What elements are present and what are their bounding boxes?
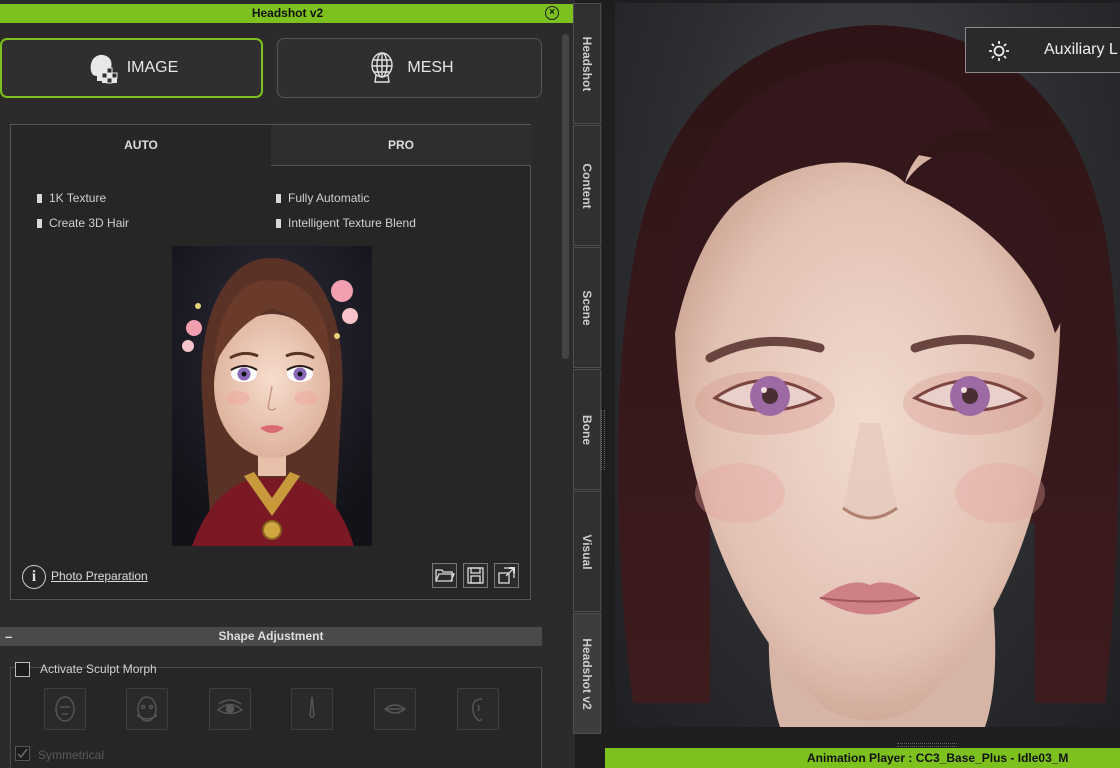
feature-item: 1K Texture (37, 191, 106, 205)
side-tab-headshot[interactable]: Headshot (573, 3, 601, 124)
expand-photo-button[interactable] (494, 563, 519, 588)
symmetrical-label: Symmetrical (38, 748, 105, 762)
tab-auto[interactable]: AUTO (11, 125, 272, 166)
animation-player-label: Animation Player : CC3_Base_Plus - Idle0… (807, 751, 1069, 765)
checkmark-icon (17, 748, 28, 759)
feature-item: Intelligent Texture Blend (276, 216, 416, 230)
portrait-illustration (172, 246, 372, 546)
image-mode-button[interactable]: IMAGE (0, 38, 263, 98)
face-morph-button[interactable] (126, 688, 168, 730)
face-morph-icon (136, 696, 158, 722)
auxiliary-light-button[interactable]: Auxiliary L (965, 27, 1120, 73)
side-tab-visual[interactable]: Visual (573, 491, 601, 612)
feature-item: Create 3D Hair (37, 216, 129, 230)
headshot-panel: Headshot v2 × IMAGE MESH AUTO PRO 1K Tex… (0, 0, 575, 768)
side-tab-headshot-v2[interactable]: Headshot v2 (573, 613, 601, 734)
close-icon[interactable]: × (545, 6, 559, 20)
ear-morph-icon (472, 698, 483, 722)
side-tab-bone[interactable]: Bone (573, 369, 601, 490)
viewport-resize-handle[interactable] (897, 743, 957, 747)
app-window: Headshot v2 × IMAGE MESH AUTO PRO 1K Tex… (0, 0, 1120, 768)
mesh-mode-icon (371, 52, 394, 83)
animation-player-bar[interactable]: Animation Player : CC3_Base_Plus - Idle0… (605, 748, 1120, 768)
feature-item: Fully Automatic (276, 191, 369, 205)
mouth-morph-button[interactable] (374, 688, 416, 730)
generation-options-box: AUTO PRO 1K Texture Fully Automatic Crea… (10, 124, 531, 600)
shape-adjustment-header[interactable]: – Shape Adjustment (0, 627, 542, 646)
ear-morph-button[interactable] (457, 688, 499, 730)
nose-morph-icon (309, 696, 315, 719)
head-morph-icon (55, 696, 75, 722)
info-icon[interactable]: i (22, 565, 46, 589)
panel-resize-handle[interactable] (601, 410, 605, 470)
head-morph-button[interactable] (44, 688, 86, 730)
panel-title-bar: Headshot v2 × (0, 4, 575, 23)
nose-morph-button[interactable] (291, 688, 333, 730)
3d-viewport[interactable]: Auxiliary L (615, 3, 1120, 727)
side-tab-scene[interactable]: Scene (573, 247, 601, 368)
expand-icon (498, 567, 515, 584)
source-photo[interactable] (172, 246, 372, 546)
image-mode-icon (90, 54, 118, 84)
image-mode-label: IMAGE (126, 59, 179, 76)
sun-icon (989, 41, 1009, 61)
symmetrical-checkbox[interactable] (15, 746, 30, 761)
mesh-mode-button[interactable]: MESH (277, 38, 542, 98)
open-photo-button[interactable] (432, 563, 457, 588)
panel-scrollbar-thumb[interactable] (562, 34, 569, 359)
auxiliary-light-label: Auxiliary L (1044, 41, 1118, 58)
shape-adjustment-title: Shape Adjustment (218, 629, 324, 643)
activate-sculpt-checkbox[interactable] (15, 662, 30, 677)
save-photo-button[interactable] (463, 563, 488, 588)
eye-morph-icon (216, 699, 244, 715)
photo-preparation-link[interactable]: Photo Preparation (51, 569, 148, 583)
panel-title: Headshot v2 (251, 6, 324, 20)
tab-pro[interactable]: PRO (271, 125, 531, 166)
activate-sculpt-label: Activate Sculpt Morph (40, 662, 157, 676)
mesh-mode-label: MESH (407, 59, 454, 76)
collapse-icon[interactable]: – (5, 627, 12, 646)
mouth-morph-icon (383, 704, 407, 714)
save-icon (467, 567, 484, 584)
folder-icon (435, 569, 455, 582)
character-head-render (617, 25, 1120, 727)
side-tab-content[interactable]: Content (573, 125, 601, 246)
eye-morph-button[interactable] (209, 688, 251, 730)
